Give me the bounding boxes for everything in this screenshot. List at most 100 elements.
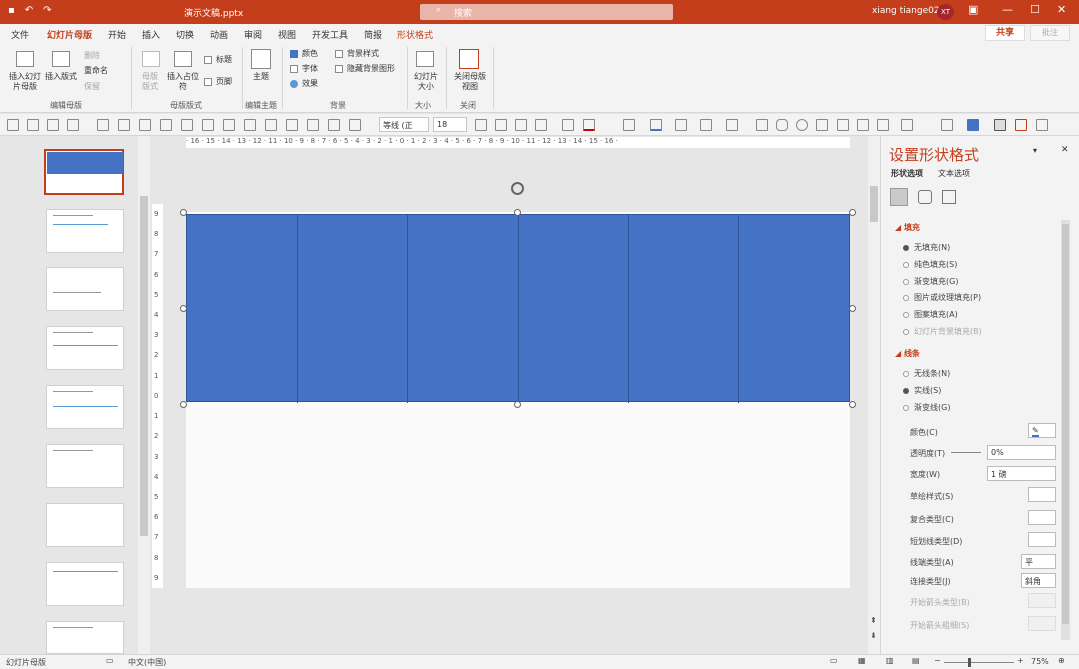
crop-icon[interactable] xyxy=(857,119,869,131)
picture-icon[interactable] xyxy=(816,119,828,131)
line-spacing-icon[interactable] xyxy=(535,119,547,131)
sketch-style-select[interactable] xyxy=(1028,487,1056,502)
slide-thumbnail[interactable] xyxy=(44,149,124,195)
artistic-effect-icon[interactable] xyxy=(877,119,889,131)
pane-scrollbar[interactable] xyxy=(1061,220,1070,640)
pen-icon[interactable] xyxy=(67,119,79,131)
insert-master-button[interactable]: 插入幻灯片母版 xyxy=(8,72,42,92)
bg-styles-button[interactable]: 背景样式 xyxy=(347,49,379,59)
slide-thumbnail[interactable] xyxy=(46,562,124,606)
slide-thumbnail[interactable] xyxy=(46,209,124,253)
preserve-button[interactable]: 保留 xyxy=(84,82,100,92)
search-box[interactable]: ⌕ 搜索 xyxy=(420,4,673,20)
zoom-level[interactable]: 75% xyxy=(1031,657,1049,666)
slide-size-button[interactable]: 幻灯片大小 xyxy=(412,72,440,92)
tab-animations[interactable]: 动画 xyxy=(210,28,228,41)
shape-icon[interactable] xyxy=(901,119,913,131)
close-master-button[interactable]: 关闭母版视图 xyxy=(453,72,487,92)
rotate-icon[interactable] xyxy=(328,119,340,131)
zoom-in-icon[interactable]: + xyxy=(1017,656,1024,665)
send-backward-icon[interactable] xyxy=(160,119,172,131)
fill-none-option[interactable]: 无填充(N) xyxy=(903,242,950,253)
insert-placeholder-button[interactable]: 插入占位符 xyxy=(167,72,199,92)
line-gradient-option[interactable]: 渐变线(G) xyxy=(903,402,950,413)
font-shrink-icon[interactable] xyxy=(495,119,507,131)
fit-slide-icon[interactable]: ⊕ xyxy=(1058,656,1065,665)
tab-transitions[interactable]: 切换 xyxy=(176,28,194,41)
tab-brief[interactable]: 简报 xyxy=(364,28,382,41)
footer-checkbox[interactable] xyxy=(204,78,212,86)
spellcheck-icon[interactable]: ▭ xyxy=(106,656,114,665)
align-center-icon[interactable] xyxy=(265,119,277,131)
language-label[interactable]: 中文(中国) xyxy=(128,657,166,668)
tab-shape-format[interactable]: 形状格式 xyxy=(397,28,433,41)
share-button[interactable]: 共享 xyxy=(985,25,1025,41)
close-master-icon[interactable] xyxy=(1015,119,1027,131)
text-direction-icon[interactable] xyxy=(941,119,953,131)
compound-type-select[interactable] xyxy=(1028,510,1056,525)
resize-handle[interactable] xyxy=(849,305,856,312)
dash-type-select[interactable] xyxy=(1028,532,1056,547)
crop-icon[interactable] xyxy=(837,119,849,131)
font-name-select[interactable]: 等线 (正 xyxy=(379,117,429,132)
transparency-input[interactable]: 0% xyxy=(987,445,1056,460)
selected-rectangle-shape[interactable] xyxy=(186,214,850,403)
size-properties-icon[interactable] xyxy=(942,190,956,204)
tab-view[interactable]: 视图 xyxy=(278,28,296,41)
pen-icon[interactable] xyxy=(27,119,39,131)
thumbnail-scrollbar[interactable] xyxy=(138,136,150,654)
resize-handle[interactable] xyxy=(849,401,856,408)
rectangle-icon[interactable] xyxy=(756,119,768,131)
save-icon[interactable]: ▪ xyxy=(8,5,15,16)
clear-format-icon[interactable] xyxy=(515,119,527,131)
line-color-picker[interactable]: ✎ xyxy=(1028,423,1056,438)
effects-button[interactable]: 效果 xyxy=(302,79,318,89)
fill-line-icon[interactable] xyxy=(890,188,908,206)
resize-handle[interactable] xyxy=(849,209,856,216)
slide-thumbnail[interactable] xyxy=(46,326,124,370)
resize-handle[interactable] xyxy=(514,209,521,216)
close-icon[interactable]: ✕ xyxy=(1061,145,1069,155)
font-size-select[interactable]: 18 xyxy=(433,117,467,132)
insert-layout-button[interactable]: 插入版式 xyxy=(45,72,77,82)
resize-handle[interactable] xyxy=(180,401,187,408)
slide-thumbnail[interactable] xyxy=(46,385,124,429)
align-top-icon[interactable] xyxy=(223,119,235,131)
file-title[interactable]: 演示文稿.pptx xyxy=(184,6,243,19)
shape-icon[interactable] xyxy=(726,119,738,131)
theme-button[interactable]: 主题 xyxy=(253,72,269,82)
pen-icon[interactable] xyxy=(7,119,19,131)
slide-thumbnail[interactable] xyxy=(46,621,124,654)
normal-view-icon[interactable]: ▭ xyxy=(830,656,838,665)
font-grow-icon[interactable] xyxy=(475,119,487,131)
pen-icon[interactable] xyxy=(47,119,59,131)
canvas-scrollbar[interactable]: ⇞ ⇟ xyxy=(868,136,880,654)
fill-color-icon[interactable] xyxy=(967,119,979,131)
align-right-icon[interactable] xyxy=(202,119,214,131)
effects-icon[interactable] xyxy=(918,190,932,204)
redo-icon[interactable]: ↷ xyxy=(43,5,51,16)
ribbon-display-icon[interactable]: ▣ xyxy=(968,3,978,16)
close-icon[interactable]: ✕ xyxy=(1057,3,1066,16)
rotate-icon[interactable] xyxy=(349,119,361,131)
shape-fill-icon[interactable] xyxy=(623,119,635,131)
align-bottom-icon[interactable] xyxy=(244,119,256,131)
rename-button[interactable]: 重命名 xyxy=(84,66,108,76)
rotate-handle-icon[interactable] xyxy=(511,182,524,195)
distribute-icon[interactable] xyxy=(286,119,298,131)
shape-effects-icon[interactable] xyxy=(675,119,687,131)
ungroup-icon[interactable] xyxy=(118,119,130,131)
comment-button[interactable]: 批注 xyxy=(1030,25,1070,41)
fill-picture-option[interactable]: 图片或纹理填充(P) xyxy=(903,292,981,303)
hide-bg-checkbox[interactable] xyxy=(335,65,343,73)
tab-file[interactable]: 文件 xyxy=(11,28,29,41)
fill-gradient-option[interactable]: 渐变填充(G) xyxy=(903,276,958,287)
tab-insert[interactable]: 插入 xyxy=(142,28,160,41)
begin-arrow-type-select[interactable] xyxy=(1028,593,1056,608)
fill-slide-bg-option[interactable]: 幻灯片背景填充(B) xyxy=(903,326,982,337)
prev-slide-icon[interactable]: ⇞ xyxy=(870,616,877,625)
reading-view-icon[interactable]: ▥ xyxy=(886,656,894,665)
minimize-icon[interactable]: — xyxy=(1002,3,1013,16)
chevron-down-icon[interactable]: ▾ xyxy=(1033,146,1037,155)
zoom-slider-thumb[interactable] xyxy=(968,658,971,667)
